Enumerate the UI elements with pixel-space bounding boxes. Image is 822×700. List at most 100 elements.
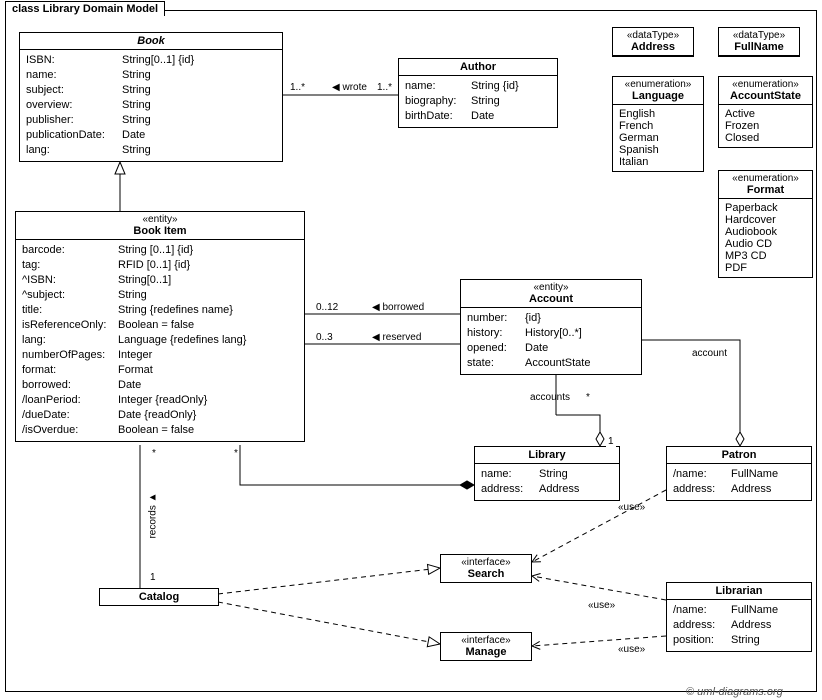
enum-value: PDF bbox=[725, 262, 806, 274]
assoc-borrowed-label: ◀ borrowed bbox=[370, 302, 426, 313]
attr-type: RFID [0..1] {id} bbox=[118, 258, 298, 273]
enum-value: MP3 CD bbox=[725, 250, 806, 262]
multiplicity: 1 bbox=[148, 572, 158, 583]
class-library: Library name:String address:Address bbox=[474, 446, 620, 501]
attr-name: number: bbox=[467, 311, 519, 326]
datatype-address: «dataType»Address bbox=[612, 27, 694, 57]
class-name: Author bbox=[460, 61, 496, 73]
attr-name: /loanPeriod: bbox=[22, 393, 112, 408]
attr-name: title: bbox=[22, 303, 112, 318]
enum-value: Italian bbox=[619, 156, 697, 168]
attr-name: address: bbox=[673, 618, 725, 633]
attr-type: String bbox=[122, 113, 276, 128]
attr-type: Boolean = false bbox=[118, 318, 298, 333]
class-name: Library bbox=[528, 449, 565, 461]
class-name: AccountState bbox=[730, 90, 801, 102]
class-book: Book ISBN:String[0..1] {id} name:String … bbox=[19, 32, 283, 162]
attr-type: AccountState bbox=[525, 356, 635, 371]
attr-type: String bbox=[731, 633, 805, 648]
enum-value: Closed bbox=[725, 132, 806, 144]
attr-name: /name: bbox=[673, 467, 725, 482]
class-account: «entity»Account number:{id} history:Hist… bbox=[460, 279, 642, 375]
attr-name: ISBN: bbox=[26, 53, 116, 68]
multiplicity: 1 bbox=[606, 436, 616, 447]
class-author: Author name:String {id} biography:String… bbox=[398, 58, 558, 128]
class-name: Manage bbox=[466, 646, 507, 658]
interface-manage: «interface»Manage bbox=[440, 632, 532, 661]
assoc-account-label: account bbox=[690, 348, 729, 359]
enum-value: French bbox=[619, 120, 697, 132]
attr-name: publisher: bbox=[26, 113, 116, 128]
attr-name: numberOfPages: bbox=[22, 348, 112, 363]
attr-name: state: bbox=[467, 356, 519, 371]
enum-value: German bbox=[619, 132, 697, 144]
attr-type: Format bbox=[118, 363, 298, 378]
attr-name: biography: bbox=[405, 94, 465, 109]
attr-type: String [0..1] {id} bbox=[118, 243, 298, 258]
attr-type: {id} bbox=[525, 311, 635, 326]
enum-language: «enumeration»Language English French Ger… bbox=[612, 76, 704, 172]
attr-name: barcode: bbox=[22, 243, 112, 258]
frame-title: class Library Domain Model bbox=[5, 1, 165, 16]
attr-name: format: bbox=[22, 363, 112, 378]
class-bookitem: «entity»Book Item barcode: String [0..1] … bbox=[15, 211, 305, 442]
multiplicity: * bbox=[232, 448, 240, 459]
attr-name: tag: bbox=[22, 258, 112, 273]
attr-name: subject: bbox=[26, 83, 116, 98]
attr-name: address: bbox=[481, 482, 533, 497]
attr-name: position: bbox=[673, 633, 725, 648]
attr-name: history: bbox=[467, 326, 519, 341]
attr-name: borrowed: bbox=[22, 378, 112, 393]
class-name: Book bbox=[137, 35, 165, 47]
stereotype: «entity» bbox=[20, 214, 300, 225]
attr-type: String {id} bbox=[471, 79, 551, 94]
attr-name: /isOverdue: bbox=[22, 423, 112, 438]
class-name: Language bbox=[632, 90, 684, 102]
attr-type: String[0..1] bbox=[118, 273, 298, 288]
attr-type: String bbox=[122, 83, 276, 98]
class-catalog: Catalog bbox=[99, 588, 219, 606]
enum-format: «enumeration»Format Paperback Hardcover … bbox=[718, 170, 813, 278]
attr-name: opened: bbox=[467, 341, 519, 356]
enum-value: Audio CD bbox=[725, 238, 806, 250]
attr-type: Date bbox=[471, 109, 551, 124]
class-librarian: Librarian /name:FullName address:Address… bbox=[666, 582, 812, 652]
multiplicity: 1..* bbox=[375, 82, 394, 93]
attr-type: String bbox=[122, 143, 276, 158]
use-dependency: «use» bbox=[616, 502, 647, 513]
class-name: Search bbox=[468, 568, 505, 580]
multiplicity: * bbox=[584, 392, 592, 403]
class-name: Format bbox=[747, 184, 784, 196]
attr-type: String[0..1] {id} bbox=[122, 53, 276, 68]
attr-type: Date bbox=[118, 378, 298, 393]
attr-name: /dueDate: bbox=[22, 408, 112, 423]
class-name: Librarian bbox=[715, 585, 762, 597]
stereotype: «entity» bbox=[465, 282, 637, 293]
enum-value: Paperback bbox=[725, 202, 806, 214]
class-name: Book Item bbox=[133, 225, 186, 237]
stereotype: «enumeration» bbox=[723, 79, 808, 90]
copyright-notice: © uml-diagrams.org bbox=[686, 686, 783, 698]
attr-name: overview: bbox=[26, 98, 116, 113]
class-name: Account bbox=[529, 293, 573, 305]
interface-search: «interface»Search bbox=[440, 554, 532, 583]
use-dependency: «use» bbox=[616, 644, 647, 655]
stereotype: «interface» bbox=[445, 635, 527, 646]
attr-name: lang: bbox=[26, 143, 116, 158]
attr-type: String bbox=[471, 94, 551, 109]
assoc-wrote-label: ◀ wrote bbox=[330, 82, 369, 93]
attr-type: Integer bbox=[118, 348, 298, 363]
attr-type: Date {readOnly} bbox=[118, 408, 298, 423]
stereotype: «enumeration» bbox=[617, 79, 699, 90]
stereotype: «dataType» bbox=[723, 30, 795, 41]
attr-type: Integer {readOnly} bbox=[118, 393, 298, 408]
class-name: Patron bbox=[722, 449, 757, 461]
enum-value: Spanish bbox=[619, 144, 697, 156]
enum-value: Frozen bbox=[725, 120, 806, 132]
attr-type: FullName bbox=[731, 467, 805, 482]
enum-accountstate: «enumeration»AccountState Active Frozen … bbox=[718, 76, 813, 148]
class-name: Address bbox=[631, 41, 675, 53]
attr-type: Address bbox=[731, 482, 805, 497]
assoc-reserved-label: ◀ reserved bbox=[370, 332, 423, 343]
attr-type: Language {redefines lang} bbox=[118, 333, 298, 348]
